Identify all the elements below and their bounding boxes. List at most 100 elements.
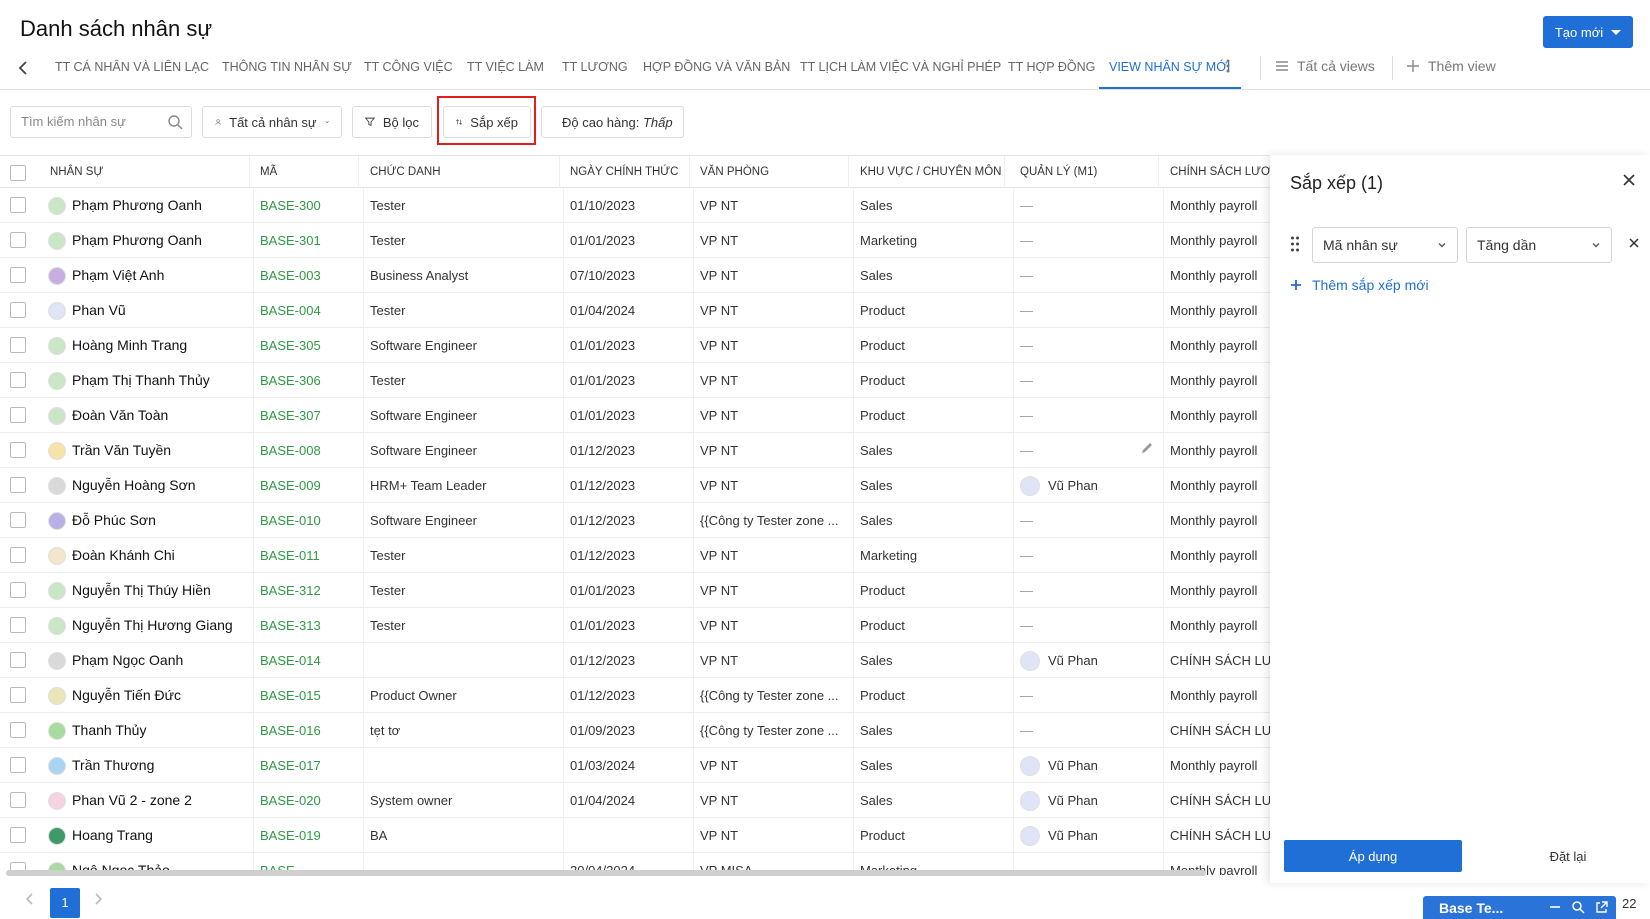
select-all-checkbox[interactable]: [10, 165, 26, 181]
tab-new-employee-view[interactable]: VIEW NHÂN SỰ MỚI: [1109, 60, 1230, 74]
employee-name-cell[interactable]: Trần Văn Tuyền: [44, 433, 254, 468]
row-checkbox[interactable]: [10, 792, 26, 808]
tab-job-info[interactable]: TT CÔNG VIỆC: [364, 60, 453, 74]
employee-name-cell[interactable]: Hoang Trang: [44, 818, 254, 853]
drag-handle-icon[interactable]: [1290, 235, 1300, 256]
manager-cell[interactable]: —: [1014, 538, 1164, 573]
sort-field-select[interactable]: Mã nhân sự: [1312, 227, 1458, 263]
employee-name-cell[interactable]: Nguyễn Tiến Đức: [44, 678, 254, 713]
prev-page-icon[interactable]: [24, 892, 36, 911]
column-header-official-date[interactable]: NGÀY CHÍNH THỨC: [564, 156, 690, 188]
employee-scope-dropdown[interactable]: Tất cả nhân sự: [202, 106, 342, 138]
employee-name-cell[interactable]: Phạm Phương Oanh: [44, 188, 254, 223]
more-vertical-icon[interactable]: [1225, 58, 1231, 79]
row-height-button[interactable]: Độ cao hàng: Thấp: [541, 106, 684, 138]
column-header-employee[interactable]: NHÂN SỰ: [44, 156, 250, 188]
search-icon[interactable]: [167, 114, 183, 133]
manager-cell[interactable]: —: [1014, 678, 1164, 713]
manager-cell[interactable]: —: [1014, 188, 1164, 223]
row-checkbox[interactable]: [10, 722, 26, 738]
add-sort-button[interactable]: Thêm sắp xếp mới: [1290, 277, 1429, 293]
table-row[interactable]: Hoang Trang BASE-019 BA VP NT Product Vũ Phan…: [0, 818, 1270, 853]
manager-cell[interactable]: Vũ Phan: [1014, 748, 1164, 783]
manager-cell[interactable]: —: [1014, 398, 1164, 433]
tab-contract-info[interactable]: TT HỢP ĐỒNG: [1008, 60, 1095, 74]
manager-cell[interactable]: —: [1014, 713, 1164, 748]
row-checkbox[interactable]: [10, 232, 26, 248]
row-checkbox[interactable]: [10, 547, 26, 563]
table-row[interactable]: Phạm Thị Thanh Thủy BASE-306 Tester 01/01/2…: [0, 363, 1270, 398]
create-new-button[interactable]: Tạo mới: [1543, 16, 1633, 48]
employee-name-cell[interactable]: Thanh Thủy: [44, 713, 254, 748]
row-checkbox[interactable]: [10, 582, 26, 598]
manager-cell[interactable]: —: [1014, 503, 1164, 538]
table-row[interactable]: Phan Vũ BASE-004 Tester 01/04/2024 VP NT Prod…: [0, 293, 1270, 328]
row-checkbox[interactable]: [10, 407, 26, 423]
close-icon[interactable]: [1622, 173, 1636, 190]
tab-schedule-leave[interactable]: TT LỊCH LÀM VIỆC VÀ NGHỈ PHÉP: [800, 60, 1001, 74]
filter-button[interactable]: Bộ lọc: [352, 106, 432, 138]
remove-sort-icon[interactable]: [1628, 237, 1640, 252]
employee-name-cell[interactable]: Phan Vũ 2 - zone 2: [44, 783, 254, 818]
manager-cell[interactable]: —: [1014, 293, 1164, 328]
next-page-icon[interactable]: [92, 892, 104, 911]
column-header-salary-policy[interactable]: CHÍNH SÁCH LƯƠNG: [1164, 156, 1270, 188]
page-number-button[interactable]: 1: [50, 888, 80, 918]
row-checkbox[interactable]: [10, 652, 26, 668]
table-row[interactable]: Nguyễn Tiến Đức BASE-015 Product Owner 01/1…: [0, 678, 1270, 713]
manager-cell[interactable]: Vũ Phan: [1014, 468, 1164, 503]
employee-name-cell[interactable]: Đoàn Khánh Chi: [44, 538, 254, 573]
row-checkbox[interactable]: [10, 197, 26, 213]
employee-name-cell[interactable]: Trần Thương: [44, 748, 254, 783]
employee-name-cell[interactable]: Phan Vũ: [44, 293, 254, 328]
manager-cell[interactable]: Vũ Phan: [1014, 818, 1164, 853]
all-views-link[interactable]: Tất cả views: [1275, 58, 1375, 74]
tab-contracts-documents[interactable]: HỢP ĐỒNG VÀ VĂN BẢN: [643, 60, 790, 74]
table-row[interactable]: Phạm Ngọc Oanh BASE-014 01/12/2023 VP NT Sal…: [0, 643, 1270, 678]
manager-cell[interactable]: —: [1014, 258, 1164, 293]
manager-cell[interactable]: —: [1014, 223, 1164, 258]
chat-widget-bar[interactable]: Base Te...: [1423, 896, 1616, 919]
chevron-left-icon[interactable]: [14, 58, 34, 78]
row-checkbox[interactable]: [10, 757, 26, 773]
horizontal-scrollbar[interactable]: [6, 870, 1206, 876]
row-checkbox[interactable]: [10, 302, 26, 318]
employee-name-cell[interactable]: Phạm Thị Thanh Thủy: [44, 363, 254, 398]
table-row[interactable]: Hoàng Minh Trang BASE-305 Software Enginee…: [0, 328, 1270, 363]
tab-salary-info[interactable]: TT LƯƠNG: [562, 60, 628, 74]
table-row[interactable]: Đoàn Văn Toàn BASE-307 Software Engineer 01…: [0, 398, 1270, 433]
table-row[interactable]: Phạm Phương Oanh BASE-301 Tester 01/01/2023…: [0, 223, 1270, 258]
column-header-area[interactable]: KHU VỰC / CHUYÊN MÔN: [854, 156, 1005, 188]
reset-button[interactable]: Đặt lại: [1518, 840, 1618, 872]
employee-name-cell[interactable]: Phạm Phương Oanh: [44, 223, 254, 258]
table-row[interactable]: Đoàn Khánh Chi BASE-011 Tester 01/12/2023 VP…: [0, 538, 1270, 573]
table-row[interactable]: Phạm Việt Anh BASE-003 Business Analyst 07/…: [0, 258, 1270, 293]
table-row[interactable]: Nguyễn Hoàng Sơn BASE-009 HRM+ Team Leader…: [0, 468, 1270, 503]
tab-employee-info[interactable]: THÔNG TIN NHÂN SỰ: [222, 60, 352, 74]
manager-cell[interactable]: Vũ Phan: [1014, 783, 1164, 818]
table-row[interactable]: Nguyễn Thị Hương Giang BASE-313 Tester 01/0…: [0, 608, 1270, 643]
tab-personal-contact[interactable]: TT CÁ NHÂN VÀ LIÊN LẠC: [55, 60, 209, 74]
employee-name-cell[interactable]: Phạm Ngọc Oanh: [44, 643, 254, 678]
manager-cell[interactable]: —: [1014, 328, 1164, 363]
row-checkbox[interactable]: [10, 337, 26, 353]
employee-name-cell[interactable]: Hoàng Minh Trang: [44, 328, 254, 363]
column-header-title[interactable]: CHỨC DANH: [364, 156, 560, 188]
row-checkbox[interactable]: [10, 687, 26, 703]
edit-pencil-icon[interactable]: [1140, 441, 1154, 458]
row-checkbox[interactable]: [10, 827, 26, 843]
search-icon[interactable]: [1571, 900, 1585, 914]
employee-name-cell[interactable]: Nguyễn Hoàng Sơn: [44, 468, 254, 503]
apply-button[interactable]: Áp dụng: [1284, 840, 1462, 872]
table-row[interactable]: Phan Vũ 2 - zone 2 BASE-020 System owner 01…: [0, 783, 1270, 818]
sort-direction-select[interactable]: Tăng dần: [1466, 227, 1612, 263]
manager-cell[interactable]: —: [1014, 363, 1164, 398]
employee-name-cell[interactable]: Phạm Việt Anh: [44, 258, 254, 293]
employee-name-cell[interactable]: Nguyễn Thị Hương Giang: [44, 608, 254, 643]
row-checkbox[interactable]: [10, 267, 26, 283]
employee-name-cell[interactable]: Đỗ Phúc Sơn: [44, 503, 254, 538]
external-link-icon[interactable]: [1595, 900, 1608, 914]
tab-employment-info[interactable]: TT VIỆC LÀM: [467, 60, 544, 74]
row-checkbox[interactable]: [10, 372, 26, 388]
manager-cell[interactable]: Vũ Phan: [1014, 643, 1164, 678]
